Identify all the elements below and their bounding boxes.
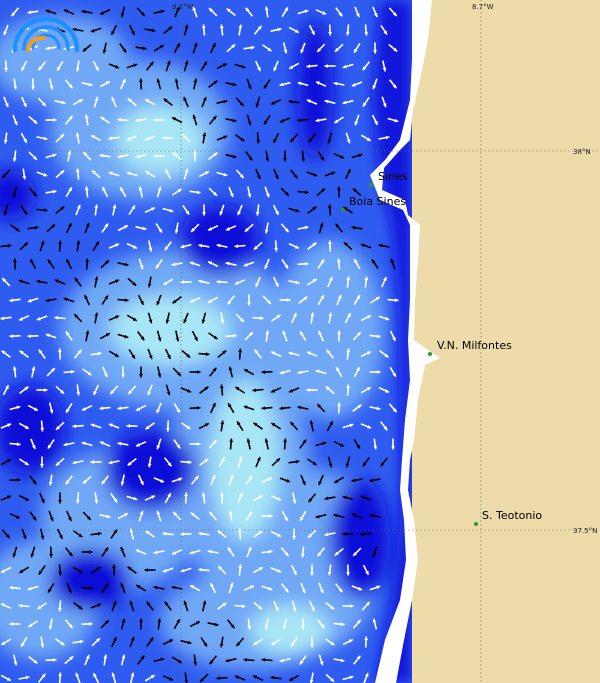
current-map: 9.2°W 8.7°W 38°N 37.5°N Sines Boia Sines… bbox=[0, 0, 600, 683]
place-label: S. Teotonio bbox=[482, 509, 542, 522]
place-label: Sines bbox=[378, 170, 408, 183]
place-label: V.N. Milfontes bbox=[437, 339, 512, 352]
map-canvas: 9.2°W 8.7°W 38°N 37.5°N Sines Boia Sines… bbox=[0, 0, 600, 683]
lon-label-1: 9.2°W bbox=[172, 3, 194, 11]
lat-label-2: 37.5°N bbox=[573, 527, 597, 535]
place-label: Boia Sines bbox=[349, 195, 406, 208]
lon-label-2: 8.7°W bbox=[472, 3, 494, 11]
lat-label-1: 38°N bbox=[573, 148, 591, 156]
